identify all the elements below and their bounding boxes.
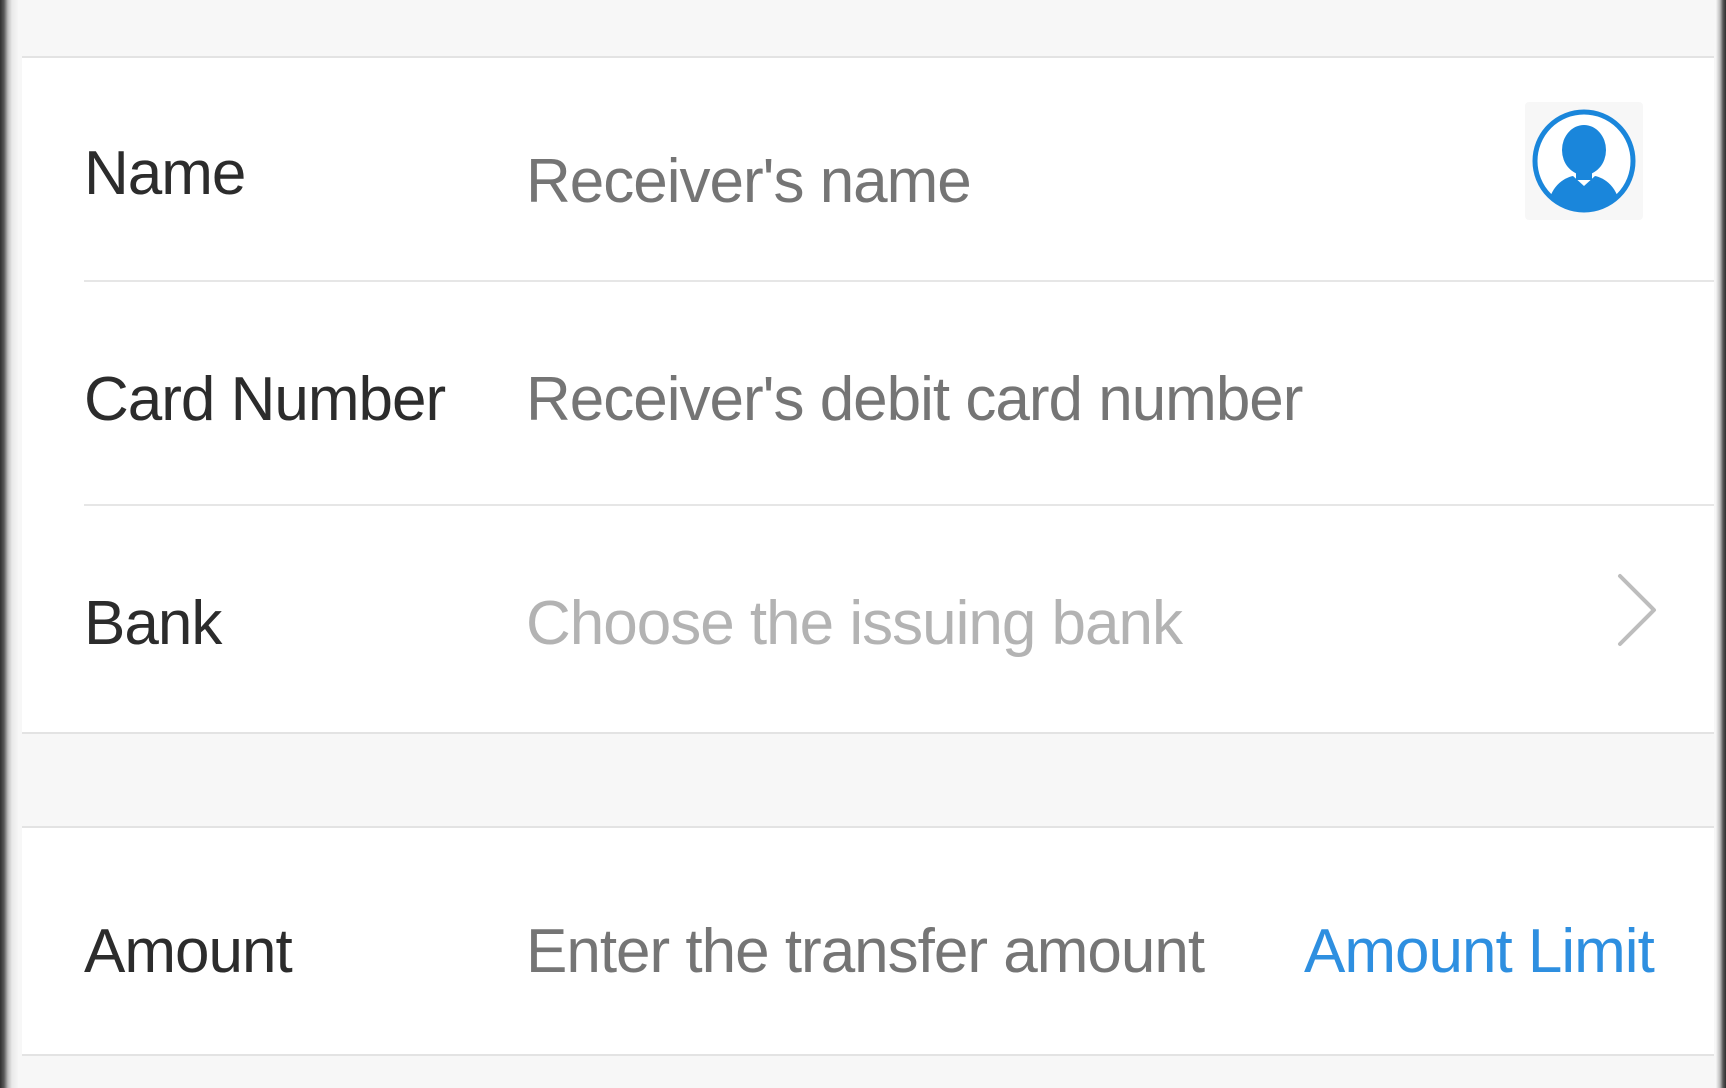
chevron-right-icon[interactable] [1610,570,1660,650]
card-number-label: Card Number [84,365,446,434]
section-spacer-bottom [22,1056,1714,1088]
name-label: Name [84,139,246,208]
section-spacer-middle [22,734,1714,828]
amount-section: Amount Amount Limit [22,828,1714,1056]
transfer-form-screen: Name Card Number [0,0,1726,1088]
receiver-info-section: Name Card Number [22,58,1714,734]
bank-row[interactable]: Bank Choose the issuing bank [22,506,1714,730]
amount-input[interactable] [526,916,1246,987]
amount-label: Amount [84,917,293,986]
bank-label: Bank [84,589,222,658]
amount-limit-link[interactable]: Amount Limit [1304,916,1655,987]
card-number-row: Card Number [22,282,1714,506]
section-spacer-top [22,0,1714,58]
contact-person-icon [1532,109,1636,213]
name-input[interactable] [526,146,1386,217]
device-frame-right [1716,0,1726,1088]
select-contact-button[interactable] [1525,102,1643,220]
device-frame-left [0,0,18,1088]
card-number-input[interactable] [526,364,1626,435]
bank-select-placeholder[interactable]: Choose the issuing bank [526,588,1183,659]
name-row: Name [22,58,1714,282]
